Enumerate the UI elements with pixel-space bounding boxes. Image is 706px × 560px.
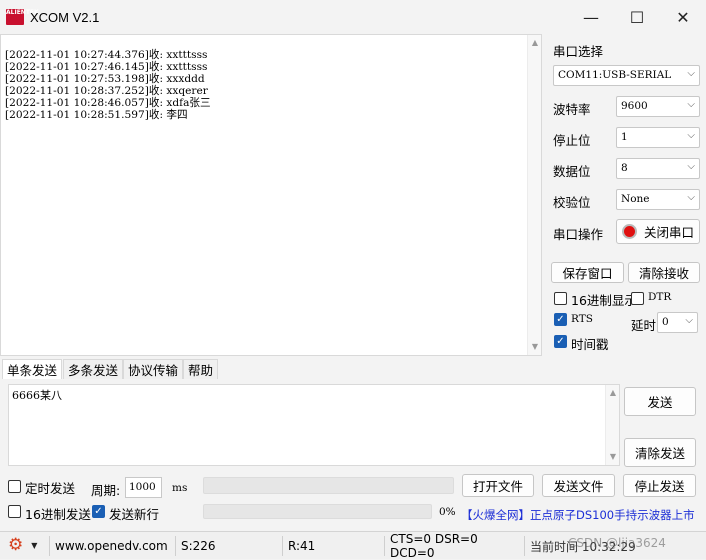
timed-send-label: 定时发送 <box>25 481 76 496</box>
rts-checkbox[interactable]: ✓ <box>554 313 567 326</box>
chevron-down-icon: ⌵ <box>687 161 695 172</box>
clear-receive-button[interactable]: 清除接收 <box>628 262 700 283</box>
watermark: CSDN @ljia3624 <box>568 536 666 550</box>
send-button[interactable]: 发送 <box>624 387 696 416</box>
top-progress-track <box>203 477 454 494</box>
receive-log: [2022-11-01 10:27:44.376]收: xxtttsss [202… <box>5 49 211 122</box>
parity-label: 校验位 <box>553 195 591 210</box>
period-label: 周期: <box>91 483 121 498</box>
stop-bits-select[interactable]: 1 ⌵ <box>616 127 700 148</box>
send-textarea[interactable]: 6666某八 ▲ ▼ <box>8 384 620 466</box>
send-file-button[interactable]: 发送文件 <box>542 474 615 497</box>
send-progress-bar <box>203 504 432 519</box>
dtr-checkbox[interactable] <box>631 292 644 305</box>
scroll-up-icon[interactable]: ▲ <box>608 389 618 397</box>
close-port-button[interactable]: 关闭串口 <box>616 219 700 244</box>
ad-link[interactable]: 【火爆全网】正点原子DS100手持示波器上市 <box>461 507 695 523</box>
receive-line: [2022-11-01 10:27:53.198]收: xxxddd <box>5 73 205 86</box>
scroll-up-icon[interactable]: ▲ <box>530 39 540 47</box>
hex-send-checkbox[interactable] <box>8 505 21 518</box>
data-bits-select[interactable]: 8 ⌵ <box>616 158 700 179</box>
stop-send-button[interactable]: 停止发送 <box>623 474 696 497</box>
receive-line: [2022-11-01 10:27:44.376]收: xxtttsss <box>5 49 208 61</box>
send-newline-checkbox[interactable]: ✓ <box>92 505 105 518</box>
record-icon <box>622 224 637 239</box>
chevron-down-icon: ▼ <box>31 540 38 550</box>
status-url[interactable]: www.openedv.com <box>49 536 173 556</box>
dtr-label: DTR <box>648 291 672 303</box>
timestamp-checkbox[interactable]: ✓ <box>554 335 567 348</box>
maximize-button[interactable]: ☐ <box>614 0 660 34</box>
stop-bits-value: 1 <box>621 131 628 143</box>
receive-line: [2022-11-01 10:28:37.252]收: xxqerer <box>5 85 208 98</box>
status-sent-count: S:226 <box>175 536 280 556</box>
period-unit: ms <box>172 482 188 494</box>
receive-line: [2022-11-01 10:28:51.597]收: 李四 <box>5 109 188 122</box>
receive-textarea[interactable]: [2022-11-01 10:27:44.376]收: xxtttsss [202… <box>0 34 542 356</box>
chevron-down-icon: ⌵ <box>687 130 695 141</box>
close-port-label: 关闭串口 <box>644 225 695 240</box>
hex-display-checkbox[interactable] <box>554 292 567 305</box>
hex-display-label: 16进制显示 <box>571 293 637 308</box>
tab-help[interactable]: 帮助 <box>183 359 219 379</box>
open-file-button[interactable]: 打开文件 <box>462 474 534 497</box>
parity-value: None <box>621 193 650 205</box>
rts-label: RTS <box>571 313 593 325</box>
scroll-down-icon[interactable]: ▼ <box>608 453 618 461</box>
parity-select[interactable]: None ⌵ <box>616 189 700 210</box>
stop-bits-label: 停止位 <box>553 133 591 148</box>
gear-icon: ⚙ <box>8 534 24 555</box>
window-title: XCOM V2.1 <box>30 10 100 25</box>
receive-scrollbar[interactable]: ▲ ▼ <box>527 35 541 355</box>
status-received-count: R:41 <box>282 536 382 556</box>
app-logo: ALIENTEK <box>6 9 39 25</box>
hex-send-label: 16进制发送 <box>25 507 91 522</box>
chevron-down-icon: ⌵ <box>685 315 693 326</box>
tab-single-send[interactable]: 单条发送 <box>2 359 63 379</box>
minimize-button[interactable]: — <box>568 0 614 34</box>
scroll-down-icon[interactable]: ▼ <box>530 343 540 351</box>
baud-select-value: 9600 <box>621 100 648 112</box>
send-scrollbar[interactable]: ▲ ▼ <box>605 385 619 465</box>
data-bits-value: 8 <box>621 162 628 174</box>
port-select-label: 串口选择 <box>553 44 604 59</box>
chevron-down-icon: ⌵ <box>687 192 695 203</box>
port-op-label: 串口操作 <box>553 227 604 242</box>
send-progress-percent: 0% <box>439 506 456 518</box>
port-select[interactable]: COM11:USB-SERIAL ⌵ <box>553 65 700 86</box>
timed-send-checkbox[interactable] <box>8 480 21 493</box>
send-newline-label: 发送新行 <box>109 507 160 522</box>
chevron-down-icon: ⌵ <box>687 68 695 79</box>
delay-select[interactable]: 0 ⌵ <box>657 312 698 333</box>
port-select-value: COM11:USB-SERIAL <box>558 69 672 81</box>
period-input[interactable]: 1000 <box>125 477 162 498</box>
tab-protocol[interactable]: 协议传输 <box>123 359 184 379</box>
delay-label: 延时 <box>631 318 657 333</box>
receive-line: [2022-11-01 10:27:46.145]收: xxtttsss <box>5 61 208 74</box>
receive-line: [2022-11-01 10:28:46.057]收: xdfa张三 <box>5 97 211 110</box>
baud-select[interactable]: 9600 ⌵ <box>616 96 700 117</box>
settings-menu-button[interactable]: ⚙ ▼ <box>8 535 48 555</box>
close-button[interactable]: ✕ <box>660 0 706 34</box>
tab-multi-send[interactable]: 多条发送 <box>63 359 124 379</box>
clear-send-button[interactable]: 清除发送 <box>624 438 696 467</box>
status-line-states: CTS=0 DSR=0 DCD=0 <box>384 532 522 560</box>
chevron-down-icon: ⌵ <box>687 99 695 110</box>
timestamp-label: 时间戳 <box>571 337 609 352</box>
send-text: 6666某八 <box>12 389 62 402</box>
delay-value: 0 <box>662 316 669 328</box>
save-window-button[interactable]: 保存窗口 <box>551 262 624 283</box>
baud-label: 波特率 <box>553 102 591 117</box>
data-bits-label: 数据位 <box>553 164 591 179</box>
